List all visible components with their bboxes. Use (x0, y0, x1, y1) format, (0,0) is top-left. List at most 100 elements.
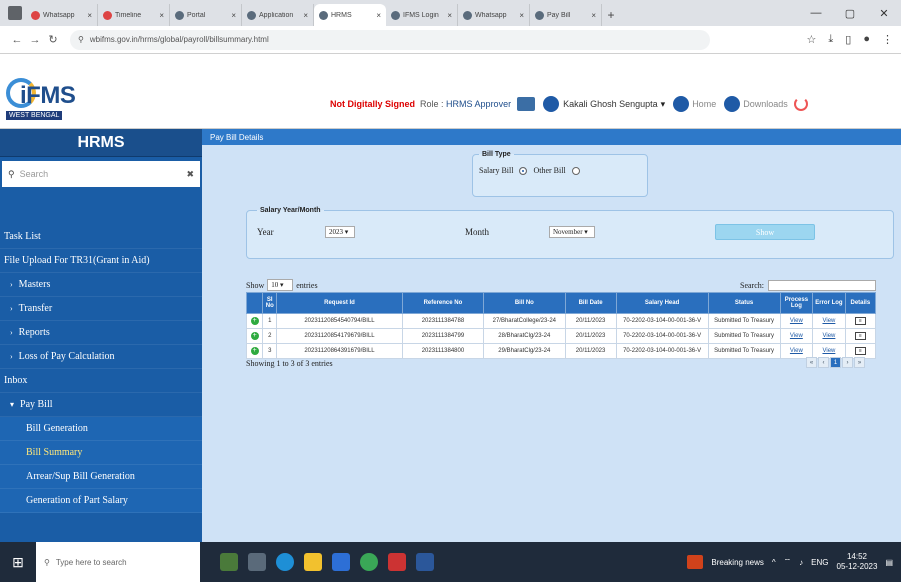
entries-select[interactable]: 10 ▾ (267, 279, 294, 291)
weather-widget-icon[interactable] (220, 553, 238, 571)
maximize-button[interactable]: ▢ (833, 0, 867, 26)
sidebar-item[interactable]: Bill Summary (0, 441, 202, 465)
notification-icon[interactable]: ▤ (885, 558, 893, 567)
browser-more-icon[interactable]: ⋮ (882, 33, 893, 46)
browser-tab[interactable]: Application × (242, 4, 314, 26)
browser-tab[interactable]: Whatsapp × (26, 4, 98, 26)
hierarchy-icon[interactable] (517, 97, 536, 111)
details-icon[interactable]: ≡ (854, 332, 866, 340)
app-icon[interactable] (388, 553, 406, 571)
column-header[interactable]: Bill Date (564, 292, 617, 314)
store-icon[interactable] (332, 553, 350, 571)
expand-cell[interactable]: + (245, 313, 264, 329)
sidebar-item[interactable]: File Upload For TR31(Grant in Aid) (0, 249, 202, 273)
tray-chevron-icon[interactable]: ^ (772, 558, 776, 567)
close-tab-icon[interactable]: × (159, 11, 164, 20)
profile-icon[interactable]: ● (863, 33, 870, 46)
news-icon[interactable] (687, 555, 704, 569)
browser-tab[interactable]: IFMS Login × (386, 4, 458, 26)
view-link[interactable]: View (779, 313, 814, 329)
browser-tab[interactable]: Pay Bill × (530, 4, 602, 26)
pager-button[interactable]: 1 (830, 357, 841, 368)
windows-start-icon[interactable]: ⊞ (0, 554, 36, 571)
show-button[interactable]: Show (715, 224, 815, 240)
table-search-input[interactable] (768, 279, 876, 291)
expand-cell[interactable]: + (245, 343, 264, 359)
pager-button[interactable]: ‹ (818, 357, 829, 368)
sidebar-item[interactable]: Generation of Part Salary (0, 489, 202, 513)
other-bill-radio[interactable] (571, 166, 580, 175)
close-tab-icon[interactable]: × (231, 11, 236, 20)
chevron-down-icon[interactable]: ▾ (661, 99, 666, 110)
browser-menu-icon[interactable] (8, 6, 22, 20)
column-header[interactable]: Details (844, 292, 877, 314)
details-icon[interactable]: ≡ (854, 317, 866, 325)
downloads-button[interactable]: Downloads (724, 96, 788, 112)
close-window-button[interactable]: ✕ (867, 0, 901, 26)
browser-tab[interactable]: Portal × (170, 4, 242, 26)
close-tab-icon[interactable]: × (591, 11, 596, 20)
close-tab-icon[interactable]: × (519, 11, 524, 20)
logout-icon[interactable] (793, 97, 808, 111)
expand-row-icon[interactable]: + (250, 317, 259, 325)
expand-row-icon[interactable]: + (250, 347, 259, 355)
taskbar-search[interactable]: ⚲ Type here to search (36, 542, 200, 582)
column-header[interactable]: Salary Head (615, 292, 709, 314)
browser-tab[interactable]: Whatsapp × (458, 4, 530, 26)
view-link[interactable]: View (779, 328, 814, 344)
bookmark-star-icon[interactable]: ☆ (807, 33, 817, 46)
user-avatar-icon[interactable] (543, 96, 560, 112)
back-icon[interactable]: ← (8, 34, 26, 46)
sidebar-search[interactable]: ⚲ Search ✖ (2, 161, 200, 187)
pager-button[interactable]: « (806, 357, 817, 368)
ifms-logo[interactable]: iFMS WEST BENGAL (6, 76, 110, 122)
column-header[interactable]: Reference No (401, 292, 485, 314)
sidebar-item[interactable]: Inbox (0, 369, 202, 393)
month-select[interactable]: November ▾ (549, 226, 595, 238)
site-info-icon[interactable]: ⚲ (78, 35, 84, 44)
column-header[interactable]: Bill No (483, 292, 566, 314)
view-link[interactable]: View (812, 313, 846, 329)
minimize-button[interactable]: — (799, 0, 833, 26)
task-view-icon[interactable] (248, 553, 266, 571)
clock[interactable]: 14:52 05-12-2023 (837, 552, 878, 572)
sidebar-item[interactable]: › Masters (0, 273, 202, 297)
language-indicator[interactable]: ENG (811, 558, 828, 567)
edge-icon[interactable] (276, 553, 294, 571)
close-tab-icon[interactable]: × (376, 11, 381, 20)
home-button[interactable]: Home (673, 96, 716, 112)
sidebar-item[interactable]: › Reports (0, 321, 202, 345)
salary-bill-radio[interactable] (519, 166, 528, 175)
download-icon[interactable]: ⤓ (828, 33, 833, 46)
sidepanel-icon[interactable]: ▯ (845, 33, 851, 46)
user-name-dropdown[interactable]: Kakali Ghosh Sengupta (563, 99, 658, 109)
column-header[interactable]: Process Log (779, 292, 814, 314)
column-header[interactable]: Request Id (276, 292, 403, 314)
column-header[interactable]: Sl No (262, 292, 278, 314)
clear-search-icon[interactable]: ✖ (186, 169, 194, 180)
browser-tab[interactable]: HRMS × (314, 4, 386, 26)
sidebar-item[interactable]: Task List (0, 225, 202, 249)
close-tab-icon[interactable]: × (87, 11, 92, 20)
expand-row-icon[interactable]: + (250, 332, 259, 340)
details-cell[interactable]: ≡ (844, 328, 877, 344)
column-header[interactable] (245, 292, 264, 314)
chrome-icon[interactable] (360, 553, 378, 571)
view-link[interactable]: View (812, 328, 846, 344)
news-ticker[interactable]: Breaking news (711, 558, 763, 567)
column-header[interactable]: Error Log (812, 292, 846, 314)
sidebar-item[interactable]: › Transfer (0, 297, 202, 321)
expand-cell[interactable]: + (245, 328, 264, 344)
url-field[interactable]: ⚲ wbifms.gov.in/hrms/global/payroll/bill… (70, 29, 710, 50)
sidebar-item[interactable]: › Loss of Pay Calculation (0, 345, 202, 369)
close-tab-icon[interactable]: × (447, 11, 452, 20)
close-tab-icon[interactable]: × (303, 11, 308, 20)
sidebar-item[interactable]: Bill Generation (0, 417, 202, 441)
sidebar-item[interactable]: ▾ Pay Bill (0, 393, 202, 417)
sidebar-item[interactable]: Arrear/Sup Bill Generation (0, 465, 202, 489)
browser-tab[interactable]: Timeline × (98, 4, 170, 26)
details-icon[interactable]: ≡ (854, 347, 866, 355)
word-icon[interactable] (416, 553, 434, 571)
forward-icon[interactable]: → (26, 34, 44, 46)
network-icon[interactable]: ⌔ (784, 557, 792, 567)
